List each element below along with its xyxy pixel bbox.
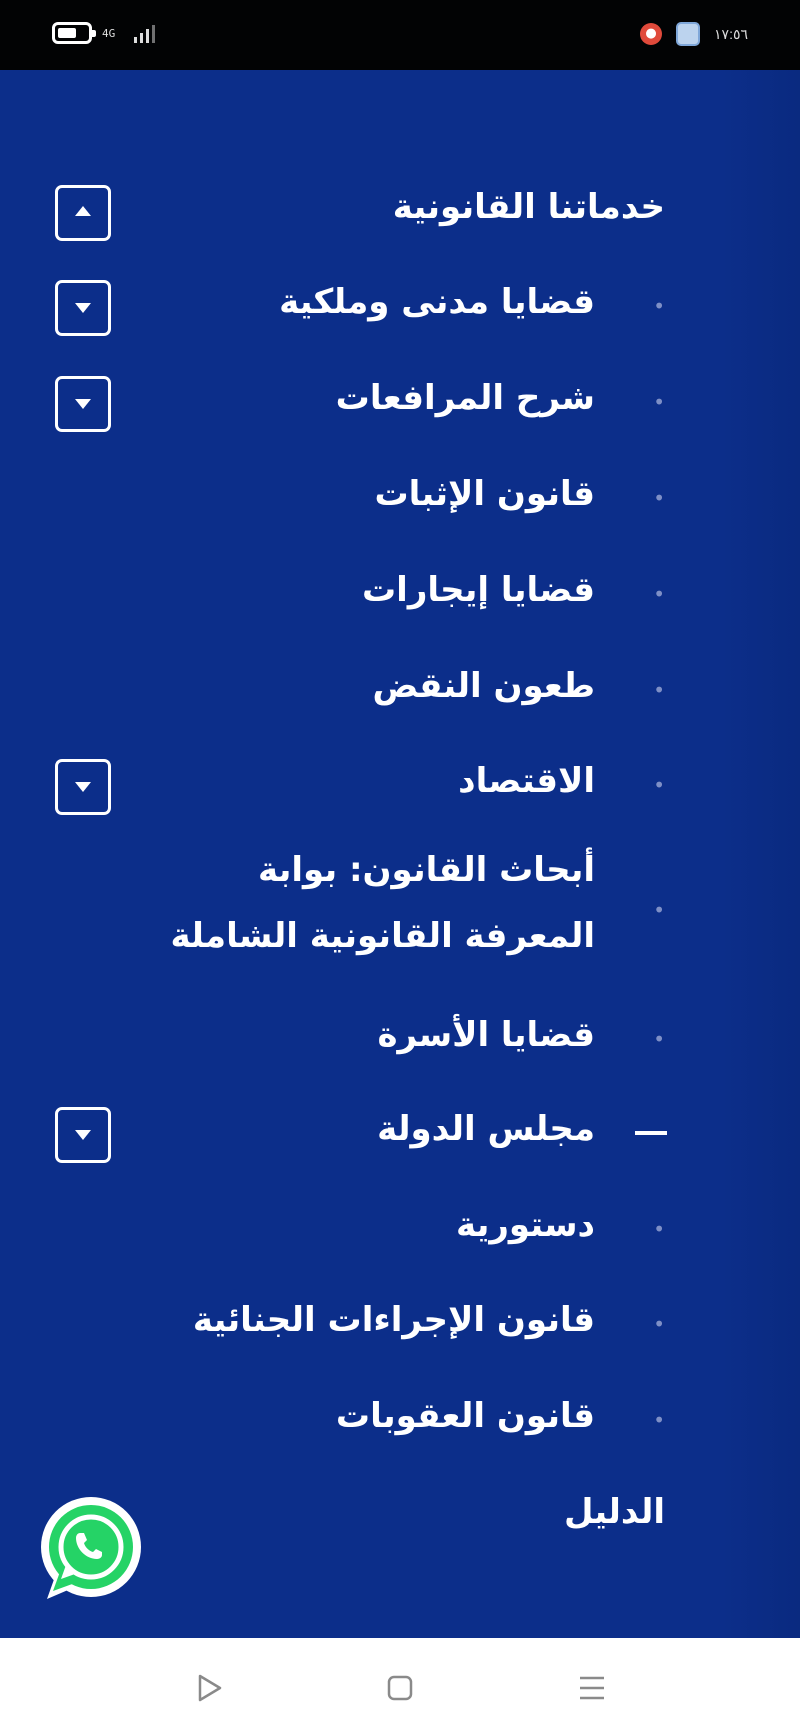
menu-subitem-active[interactable]: مجلس الدولة (0, 1099, 800, 1169)
bullet-icon: • (653, 678, 665, 702)
battery-icon (52, 22, 96, 44)
menu-icon[interactable] (572, 1668, 612, 1708)
status-left: 4G (52, 22, 155, 44)
menu-subitem-label-line1: أبحاث القانون: بوابة (257, 850, 595, 890)
whatsapp-icon[interactable] (35, 1495, 147, 1607)
status-right: ● ١٧:٥٦ (640, 22, 748, 46)
menu-subitem-label: مجلس الدولة (377, 1109, 595, 1149)
menu-subitem[interactable]: • شرح المرافعات (0, 368, 800, 438)
menu-subitem[interactable]: • قضايا إيجارات (0, 560, 800, 630)
bullet-icon: • (653, 390, 665, 414)
menu-subitem-label: دستورية (455, 1205, 595, 1245)
expand-toggle-button[interactable] (55, 759, 111, 815)
menu-subitem-label: قانون الإثبات (374, 474, 595, 514)
chevron-down-icon (75, 782, 91, 792)
bullet-icon: • (653, 1217, 665, 1241)
dash-marker-icon (635, 1131, 667, 1135)
menu-subitem-label: طعون النقض (372, 666, 595, 706)
side-menu: خدماتنا القانونية • قضايا مدنى وملكية • … (0, 70, 800, 1638)
menu-subitem-label: قانون العقوبات (335, 1396, 595, 1436)
notification-icon: ● (640, 23, 663, 45)
menu-item-label: خدماتنا القانونية (392, 187, 665, 227)
chevron-up-icon (75, 206, 91, 216)
menu-subitem-label: قضايا الأسرة (377, 1015, 595, 1055)
menu-subitem-label: الاقتصاد (458, 761, 595, 801)
app-icon (676, 22, 701, 46)
chevron-down-icon (75, 1130, 91, 1140)
menu-subitem[interactable]: • دستورية (0, 1195, 800, 1265)
chevron-down-icon (75, 399, 91, 409)
menu-subitem[interactable]: • قانون العقوبات (0, 1386, 800, 1456)
network-icon: 4G (102, 26, 116, 40)
bullet-icon: • (653, 486, 665, 510)
menu-item-legal-services[interactable]: خدماتنا القانونية (0, 177, 800, 247)
expand-toggle-button[interactable] (55, 1107, 111, 1163)
bullet-icon: • (653, 1312, 665, 1336)
menu-subitem[interactable]: • قضايا مدنى وملكية (0, 272, 800, 342)
home-icon[interactable] (380, 1668, 420, 1708)
status-bar: 4G ● ١٧:٥٦ (0, 0, 800, 70)
bullet-icon: • (653, 1027, 665, 1051)
menu-subitem-label: قضايا إيجارات (362, 570, 595, 610)
bullet-icon: • (653, 773, 665, 797)
clock: ١٧:٥٦ (714, 25, 748, 42)
signal-icon (134, 23, 155, 43)
expand-toggle-button[interactable] (55, 376, 111, 432)
menu-item-label: الدليل (563, 1492, 665, 1532)
menu-subitem[interactable]: • طعون النقض (0, 656, 800, 726)
menu-subitem[interactable]: • أبحاث القانون: بوابة المعرفة القانونية… (0, 840, 800, 980)
back-icon[interactable] (190, 1668, 230, 1708)
bullet-icon: • (653, 294, 665, 318)
menu-subitem[interactable]: • الاقتصاد (0, 751, 800, 821)
collapse-toggle-button[interactable] (55, 185, 111, 241)
menu-subitem-label: شرح المرافعات (335, 378, 595, 418)
menu-subitem-label-line2: المعرفة القانونية الشاملة (170, 916, 595, 956)
bullet-icon: • (653, 582, 665, 606)
bullet-icon: • (653, 1408, 665, 1432)
bullet-icon: • (653, 898, 665, 922)
chevron-down-icon (75, 303, 91, 313)
menu-subitem[interactable]: • قضايا الأسرة (0, 1005, 800, 1075)
menu-subitem[interactable]: • قانون الإجراءات الجنائية (0, 1290, 800, 1360)
menu-subitem[interactable]: • قانون الإثبات (0, 464, 800, 534)
system-nav-bar (0, 1638, 800, 1734)
expand-toggle-button[interactable] (55, 280, 111, 336)
menu-subitem-label: قضايا مدنى وملكية (279, 282, 595, 322)
menu-subitem-label: قانون الإجراءات الجنائية (192, 1300, 595, 1340)
